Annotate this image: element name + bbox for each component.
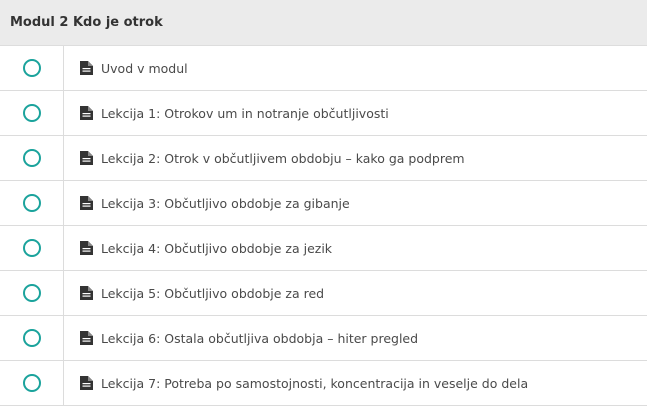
status-circle-icon[interactable] [22, 374, 41, 392]
module-title: Modul 2 Kdo je otrok [10, 15, 163, 30]
lesson-title-cell: Lekcija 5: Občutljivo obdobje za red [64, 271, 647, 315]
lesson-title-link[interactable]: Lekcija 3: Občutljivo obdobje za gibanje [101, 196, 350, 211]
module-header: Modul 2 Kdo je otrok [0, 0, 647, 46]
lesson-title-link[interactable]: Lekcija 7: Potreba po samostojnosti, kon… [101, 376, 528, 391]
status-cell [0, 136, 64, 180]
status-circle-icon[interactable] [22, 329, 41, 347]
document-icon [80, 106, 93, 120]
lesson-row-5[interactable]: Lekcija 5: Občutljivo obdobje za red [0, 271, 647, 316]
status-circle-icon[interactable] [22, 149, 41, 167]
lesson-title-link[interactable]: Lekcija 1: Otrokov um in notranje občutl… [101, 106, 389, 121]
lesson-title-link[interactable]: Uvod v modul [101, 61, 188, 76]
lesson-title-cell: Lekcija 2: Otrok v občutljivem obdobju –… [64, 136, 647, 180]
status-cell [0, 46, 64, 90]
lesson-title-cell: Lekcija 1: Otrokov um in notranje občutl… [64, 91, 647, 135]
status-cell [0, 181, 64, 225]
lesson-title-cell: Lekcija 3: Občutljivo obdobje za gibanje [64, 181, 647, 225]
lesson-row-3[interactable]: Lekcija 3: Občutljivo obdobje za gibanje [0, 181, 647, 226]
document-icon [80, 286, 93, 300]
status-circle-icon[interactable] [22, 104, 41, 122]
document-icon [80, 151, 93, 165]
lesson-row-7[interactable]: Lekcija 7: Potreba po samostojnosti, kon… [0, 361, 647, 406]
lesson-title-cell: Lekcija 6: Ostala občutljiva obdobja – h… [64, 316, 647, 360]
lesson-title-link[interactable]: Lekcija 5: Občutljivo obdobje za red [101, 286, 324, 301]
lesson-title-cell: Lekcija 4: Občutljivo obdobje za jezik [64, 226, 647, 270]
lesson-row-1[interactable]: Lekcija 1: Otrokov um in notranje občutl… [0, 91, 647, 136]
document-icon [80, 376, 93, 390]
status-circle-icon[interactable] [22, 194, 41, 212]
document-icon [80, 331, 93, 345]
module-panel: Modul 2 Kdo je otrok Uvod v modul Lekcij… [0, 0, 647, 409]
lesson-title-link[interactable]: Lekcija 4: Občutljivo obdobje za jezik [101, 241, 332, 256]
lesson-title-cell: Lekcija 7: Potreba po samostojnosti, kon… [64, 361, 647, 405]
status-circle-icon[interactable] [22, 239, 41, 257]
status-cell [0, 226, 64, 270]
lesson-row-4[interactable]: Lekcija 4: Občutljivo obdobje za jezik [0, 226, 647, 271]
status-circle-icon[interactable] [22, 284, 41, 302]
status-cell [0, 361, 64, 405]
document-icon [80, 61, 93, 75]
status-circle-icon[interactable] [22, 59, 41, 77]
lesson-row-6[interactable]: Lekcija 6: Ostala občutljiva obdobja – h… [0, 316, 647, 361]
document-icon [80, 241, 93, 255]
lesson-list: Uvod v modul Lekcija 1: Otrokov um in no… [0, 46, 647, 406]
lesson-row-2[interactable]: Lekcija 2: Otrok v občutljivem obdobju –… [0, 136, 647, 181]
status-cell [0, 316, 64, 360]
status-cell [0, 91, 64, 135]
lesson-title-link[interactable]: Lekcija 6: Ostala občutljiva obdobja – h… [101, 331, 418, 346]
status-cell [0, 271, 64, 315]
document-icon [80, 196, 93, 210]
lesson-title-link[interactable]: Lekcija 2: Otrok v občutljivem obdobju –… [101, 151, 465, 166]
lesson-row-intro[interactable]: Uvod v modul [0, 46, 647, 91]
lesson-title-cell: Uvod v modul [64, 46, 647, 90]
